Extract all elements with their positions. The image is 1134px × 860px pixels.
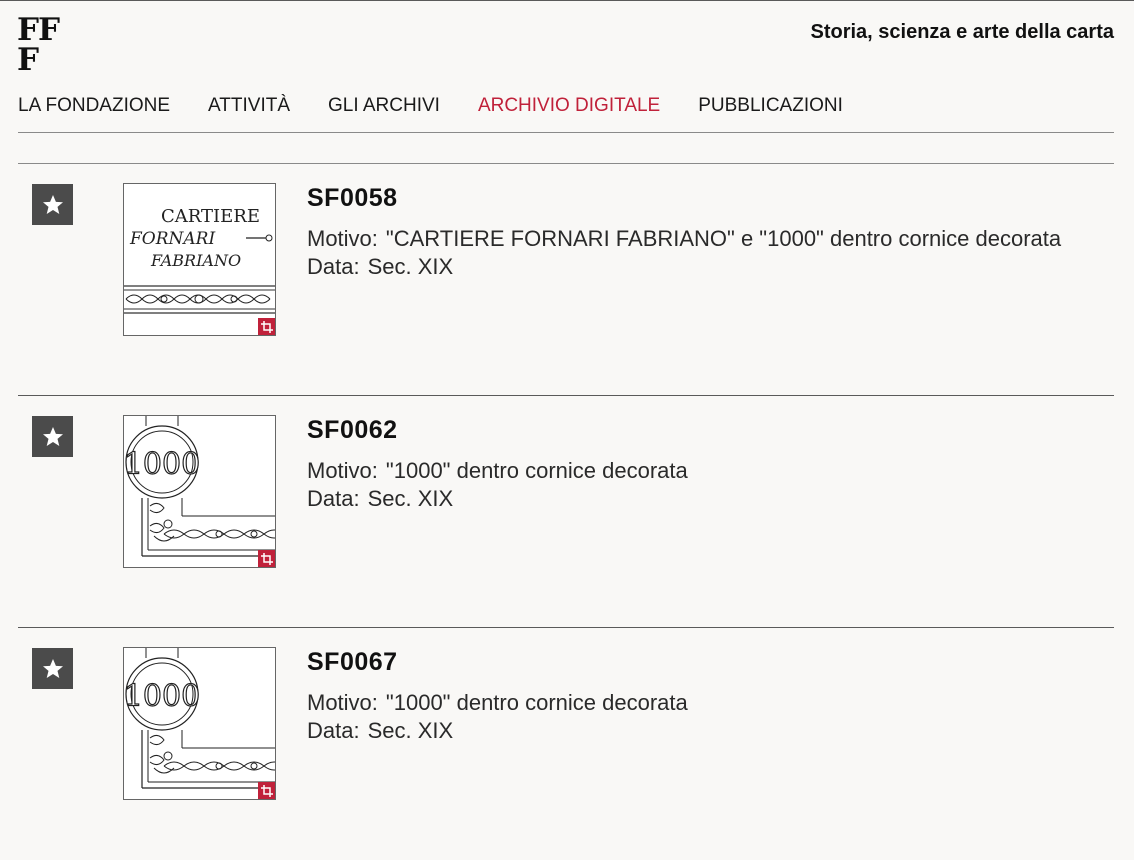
motivo-label: Motivo:	[307, 458, 378, 483]
record-details: SF0067 Motivo: "1000" dentro cornice deco…	[307, 648, 1114, 745]
record-data: Data: Sec. XIX	[307, 253, 1114, 281]
result-item: CARTIERE FORNARI FABRIANO SF0058 Motivo:…	[18, 164, 1114, 396]
thumb-text-3: FABRIANO	[150, 251, 241, 270]
record-id[interactable]: SF0058	[307, 184, 1114, 213]
star-icon	[42, 194, 63, 214]
watermark-1000-image: 1000	[124, 416, 275, 557]
nav-item-pubblicazioni[interactable]: PUBBLICAZIONI	[698, 95, 843, 117]
motivo-value: "1000" dentro cornice decorata	[385, 690, 688, 715]
crop-icon	[260, 552, 273, 565]
crop-button[interactable]	[258, 782, 275, 799]
logo-line-2: F	[17, 42, 39, 78]
record-motivo: Motivo: "CARTIERE FORNARI FABRIANO" e "10…	[307, 225, 1114, 253]
thumb-text-1: 1000	[124, 679, 200, 714]
watermark-cartiere-fornari-image: CARTIERE FORNARI FABRIANO	[124, 206, 275, 314]
record-details: SF0058 Motivo: "CARTIERE FORNARI FABRIANO…	[307, 184, 1114, 281]
data-label: Data:	[307, 718, 360, 743]
main-nav: LA FONDAZIONE ATTIVITÀ GLI ARCHIVI ARCHI…	[18, 95, 881, 117]
data-value: Sec. XIX	[367, 254, 454, 279]
record-thumbnail[interactable]: CARTIERE FORNARI FABRIANO	[123, 183, 276, 336]
crop-button[interactable]	[258, 318, 275, 335]
nav-item-attivita[interactable]: ATTIVITÀ	[208, 95, 290, 117]
record-data: Data: Sec. XIX	[307, 485, 1114, 513]
watermark-1000-image: 1000	[124, 648, 275, 789]
crop-icon	[260, 784, 273, 797]
nav-item-la-fondazione[interactable]: LA FONDAZIONE	[18, 95, 170, 117]
site-tagline: Storia, scienza e arte della carta	[810, 21, 1115, 43]
record-thumbnail[interactable]: 1000	[123, 415, 276, 568]
star-icon	[42, 658, 63, 678]
motivo-value: "CARTIERE FORNARI FABRIANO" e "1000" den…	[385, 226, 1062, 251]
star-icon	[42, 426, 63, 446]
motivo-label: Motivo:	[307, 226, 378, 251]
result-item: 1000 SF0067 Motivo: "1000" dentro cornice…	[18, 628, 1114, 860]
record-motivo: Motivo: "1000" dentro cornice decorata	[307, 689, 1114, 717]
thumb-text-1: 1000	[124, 447, 200, 482]
data-value: Sec. XIX	[367, 718, 454, 743]
nav-divider	[18, 132, 1114, 133]
record-id[interactable]: SF0067	[307, 648, 1114, 677]
favorite-button[interactable]	[32, 648, 73, 689]
result-item: 1000 SF0062 Motivo: "1000" dentro cornice…	[18, 396, 1114, 628]
motivo-label: Motivo:	[307, 690, 378, 715]
nav-item-archivio-digitale[interactable]: ARCHIVIO DIGITALE	[478, 95, 660, 117]
record-data: Data: Sec. XIX	[307, 717, 1114, 745]
motivo-value: "1000" dentro cornice decorata	[385, 458, 688, 483]
favorite-button[interactable]	[32, 184, 73, 225]
crop-button[interactable]	[258, 550, 275, 567]
logo[interactable]: FF F	[17, 12, 60, 78]
logo-line-1: FF	[17, 12, 60, 48]
crop-icon	[260, 320, 273, 333]
thumb-text-1: CARTIERE	[161, 206, 260, 227]
thumb-text-2: FORNARI	[129, 229, 215, 249]
record-details: SF0062 Motivo: "1000" dentro cornice deco…	[307, 416, 1114, 513]
data-label: Data:	[307, 486, 360, 511]
record-id[interactable]: SF0062	[307, 416, 1114, 445]
record-thumbnail[interactable]: 1000	[123, 647, 276, 800]
favorite-button[interactable]	[32, 416, 73, 457]
record-motivo: Motivo: "1000" dentro cornice decorata	[307, 457, 1114, 485]
nav-item-gli-archivi[interactable]: GLI ARCHIVI	[328, 95, 440, 117]
data-label: Data:	[307, 254, 360, 279]
data-value: Sec. XIX	[367, 486, 454, 511]
